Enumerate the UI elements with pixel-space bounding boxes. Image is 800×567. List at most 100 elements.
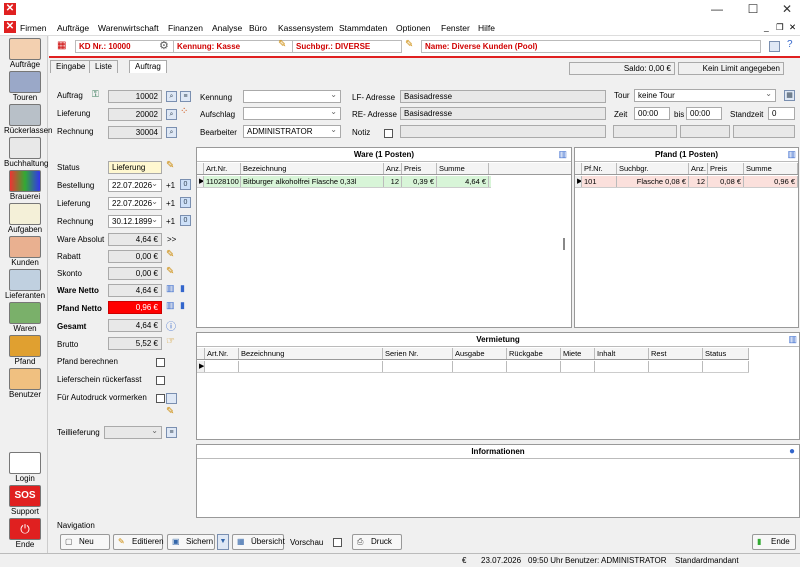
help-icon[interactable]: ? [787,39,793,50]
menu-buero[interactable]: Büro [249,23,267,33]
sidebar-item-benutzer[interactable]: Benutzer [4,368,46,399]
rechnung-date-picker[interactable]: 30.12.1899 [108,214,162,228]
support-button[interactable]: SOS Support [4,485,46,516]
chart-icon[interactable]: ▥ [788,334,797,345]
column-header[interactable]: Pf.Nr. [582,163,617,174]
sidebar-item-kunden[interactable]: Kunden [4,236,46,267]
exit-button[interactable]: ⏻ Ende [4,518,46,549]
pencil-icon[interactable]: ✎ [166,266,174,277]
pencil-icon[interactable]: ✎ [166,406,174,417]
globe-icon[interactable]: ● [789,446,795,457]
login-button[interactable]: Login [4,452,46,483]
column-header[interactable]: Serien Nr. [383,348,453,359]
notiz-checkbox[interactable] [384,129,393,138]
teillieferung-select[interactable] [104,425,162,439]
re-adresse-field[interactable]: Basisadresse [400,107,606,120]
search-icon[interactable]: ⌕ [166,109,177,120]
zero-button[interactable]: 0 [180,179,191,190]
window-icon[interactable] [769,41,780,52]
kennung-select[interactable] [243,89,341,103]
lieferung-field[interactable]: 20002 [108,108,162,121]
print-button[interactable]: ⎙ Druck [352,534,402,550]
lf-adresse-field[interactable]: Basisadresse [400,90,606,103]
column-header[interactable]: Art.Nr. [204,163,241,174]
printer-settings-icon[interactable] [166,393,177,404]
menu-warenwirtschaft[interactable]: Warenwirtschaft [98,23,159,33]
bar-chart-icon[interactable]: ▥ [558,149,567,160]
bar-chart-icon[interactable]: ▮ [180,283,185,294]
minimize-button[interactable]: — [700,0,734,20]
end-button[interactable]: ▮ Ende [752,534,796,550]
list-icon[interactable]: ≡ [180,91,191,102]
plus-one-label[interactable]: +1 [166,180,175,192]
column-header[interactable]: Suchbgr. [617,163,689,174]
edit-button[interactable]: ✎ Editieren [113,534,164,550]
menu-hilfe[interactable]: Hilfe [478,23,495,33]
menu-optionen[interactable]: Optionen [396,23,431,33]
sidebar-item-auftraege[interactable]: Aufträge [4,38,46,69]
close-window-button[interactable]: ✕ [770,0,800,20]
new-button[interactable]: ▢ Neu [60,534,110,550]
tour-select[interactable]: keine Tour [634,88,776,102]
pencil-icon[interactable]: ✎ [405,39,413,50]
chart-icon[interactable]: ▥ [166,283,175,294]
pencil-icon[interactable]: ✎ [166,249,174,260]
mdi-close-button[interactable]: ✕ [789,22,796,33]
list-icon[interactable]: ≡ [166,427,177,438]
column-header[interactable]: Ausgabe [453,348,507,359]
pencil-icon[interactable]: ✎ [166,160,174,171]
zero-button[interactable]: 0 [180,197,191,208]
save-dropdown-button[interactable]: ▼ [217,534,229,550]
menu-kassensystem[interactable]: Kassensystem [278,23,333,33]
sidebar-item-touren[interactable]: Touren [4,71,46,102]
menu-analyse[interactable]: Analyse [212,23,242,33]
maximize-button[interactable]: ☐ [736,0,770,20]
column-header[interactable]: Rest [649,348,703,359]
pfand-berechnen-checkbox[interactable] [156,358,165,367]
save-button[interactable]: ▣ Sichern [167,534,215,550]
sidebar-item-pfand[interactable]: Pfand [4,335,46,366]
column-header[interactable]: Status [703,348,749,359]
column-header[interactable]: Bezeichnung [239,348,383,359]
column-header[interactable]: Miete [561,348,595,359]
search-icon[interactable]: ⌕ [166,127,177,138]
splitter-handle[interactable] [563,238,565,250]
overview-button[interactable]: ▦ Übersicht [232,534,285,550]
chart-icon[interactable]: ▥ [166,300,175,311]
column-header[interactable]: Rückgabe [507,348,561,359]
autodruck-checkbox[interactable] [156,394,165,403]
preview-checkbox[interactable] [333,538,342,547]
menu-firmen[interactable]: Firmen [20,23,46,33]
hand-icon[interactable]: ☞ [166,336,175,347]
menu-auftraege[interactable]: Aufträge [57,23,89,33]
zeit-bis-spinner[interactable]: 00:00 [686,107,722,120]
table-row[interactable]: ▶ [197,361,749,373]
notiz-field[interactable] [400,125,606,138]
column-header[interactable]: Preis [708,163,744,174]
sidebar-item-rueckerlassen[interactable]: Rückerlassen [4,104,52,135]
column-header[interactable]: Preis [402,163,437,174]
sidebar-item-buchhaltung[interactable]: Buchhaltung [4,137,48,168]
mdi-minimize-button[interactable]: _ [764,22,769,32]
table-row[interactable]: ▶ 11028100 Bitburger alkoholfrei Flasche… [197,176,491,188]
column-header[interactable]: Anz. [384,163,402,174]
calendar-icon[interactable]: ▦ [784,90,795,101]
sidebar-item-aufgaben[interactable]: Aufgaben [4,203,46,234]
tab-eingabe[interactable]: Eingabe [50,60,92,73]
expand-arrow[interactable]: >> [167,234,176,246]
tab-auftrag[interactable]: Auftrag [129,60,167,73]
zero-button[interactable]: 0 [180,215,191,226]
zeit-von-spinner[interactable]: 00:00 [634,107,670,120]
menu-finanzen[interactable]: Finanzen [168,23,203,33]
menu-fenster[interactable]: Fenster [441,23,470,33]
lieferung-date-picker[interactable]: 22.07.2026 [108,196,162,210]
plus-one-label[interactable]: +1 [166,198,175,210]
column-header[interactable]: Anz. [689,163,708,174]
gear-icon[interactable]: ⚙ [159,39,169,52]
column-header[interactable]: Inhalt [595,348,649,359]
standzeit-spinner[interactable]: 0 [768,107,795,120]
auftrag-field[interactable]: 10002 [108,90,162,103]
column-header[interactable]: Summe [437,163,489,174]
traffic-light-icon[interactable]: ⁘ [180,106,188,117]
bearbeiter-select[interactable]: ADMINISTRATOR [243,124,341,138]
